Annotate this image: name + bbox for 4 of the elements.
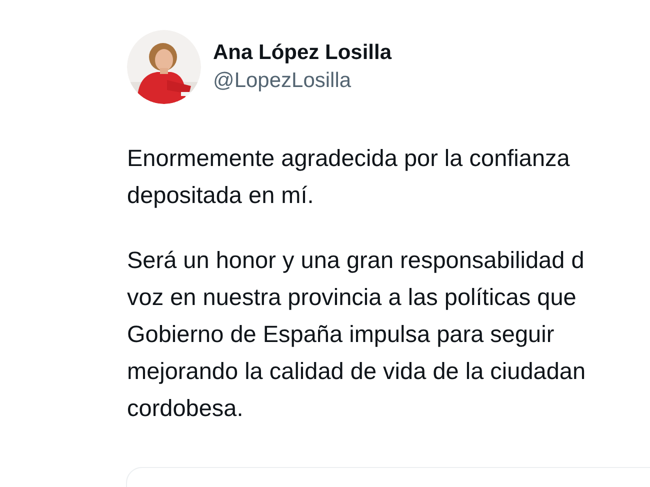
tweet-paragraph: Enormemente agradecida por la confianza depositada en mí. [127,144,570,210]
tweet-paragraph: Será un honor y una gran responsabilidad d voz en nuestra provincia a las políticas que Gobierno de España impulsa para seguir mejorando la calidad de vida de la ciudadan cordobesa. [127,246,586,423]
author-handle[interactable]: @LopezLosilla [213,67,392,95]
author-name[interactable]: Ana López Losilla [213,39,392,67]
